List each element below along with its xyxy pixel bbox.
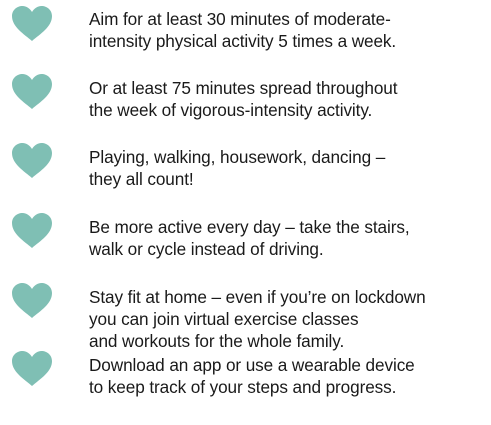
tip-text: Stay fit at home – even if you’re on loc… (89, 286, 489, 352)
tip-line: intensity physical activity 5 times a we… (89, 31, 397, 51)
tip-line: Stay fit at home – even if you’re on loc… (89, 287, 426, 307)
tip-line: they all count! (89, 169, 194, 189)
tip-text: Aim for at least 30 minutes of moderate-… (89, 8, 489, 52)
heart-icon (12, 213, 52, 249)
tip-text: Be more active every day – take the stai… (89, 216, 489, 260)
tip-line: and workouts for the whole family. (89, 331, 345, 351)
tip-line: to keep track of your steps and progress… (89, 377, 397, 397)
heart-icon (12, 283, 52, 319)
tip-text: Playing, walking, housework, dancing – t… (89, 146, 489, 190)
tip-line: Playing, walking, housework, dancing – (89, 147, 386, 167)
tip-line: walk or cycle instead of driving. (89, 239, 324, 259)
heart-icon (12, 351, 52, 387)
tip-line: the week of vigorous-intensity activity. (89, 100, 373, 120)
heart-icon (12, 143, 52, 179)
tip-text: Or at least 75 minutes spread throughout… (89, 77, 489, 121)
tip-line: Or at least 75 minutes spread throughout (89, 78, 398, 98)
heart-icon (12, 6, 52, 42)
heart-icon (12, 74, 52, 110)
tip-line: you can join virtual exercise classes (89, 309, 359, 329)
activity-tips-list: Aim for at least 30 minutes of moderate-… (0, 0, 491, 425)
tip-text: Download an app or use a wearable device… (89, 354, 489, 398)
tip-line: Aim for at least 30 minutes of moderate- (89, 9, 391, 29)
tip-line: Be more active every day – take the stai… (89, 217, 410, 237)
tip-line: Download an app or use a wearable device (89, 355, 415, 375)
